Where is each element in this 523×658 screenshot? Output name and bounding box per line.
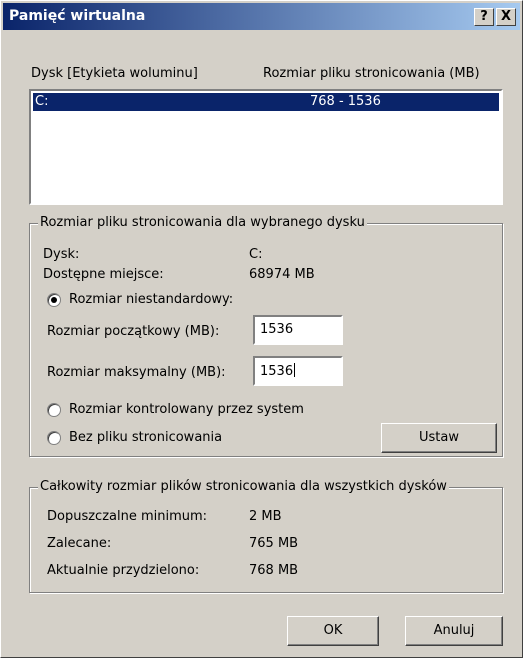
initial-size-value: 1536 — [260, 322, 294, 337]
drive-column-header: Dysk [Etykieta woluminu] — [31, 66, 198, 81]
custom-size-radio[interactable] — [47, 293, 61, 307]
drive-list[interactable]: C: 768 - 1536 — [29, 89, 503, 205]
set-button[interactable]: Ustaw — [381, 423, 497, 453]
selected-drive-group-legend: Rozmiar pliku stronicowania dla wybraneg… — [38, 215, 367, 230]
drive-value: C: — [249, 247, 263, 262]
system-managed-label[interactable]: Rozmiar kontrolowany przez system — [69, 402, 304, 417]
drive-row-c[interactable]: C: 768 - 1536 — [33, 93, 499, 111]
available-space-value: 68974 MB — [249, 267, 315, 282]
cancel-button[interactable]: Anuluj — [405, 616, 503, 646]
dialog-title: Pamięć wirtualna — [9, 8, 146, 24]
custom-size-label[interactable]: Rozmiar niestandardowy: — [69, 292, 233, 307]
recommended-value: 765 MB — [249, 536, 299, 551]
initial-size-label: Rozmiar początkowy (MB): — [47, 324, 220, 339]
virtual-memory-dialog: Pamięć wirtualna ? X Dysk [Etykieta wolu… — [0, 0, 523, 658]
drive-paging-size: 768 - 1536 — [310, 94, 381, 109]
size-column-header: Rozmiar pliku stronicowania (MB) — [263, 66, 480, 81]
total-paging-group-legend: Całkowity rozmiar plików stronicowania d… — [38, 479, 449, 494]
close-button[interactable]: X — [496, 8, 516, 26]
ok-button[interactable]: OK — [287, 616, 379, 646]
minimum-label: Dopuszczalne minimum: — [47, 509, 208, 524]
drive-label: Dysk: — [43, 247, 80, 262]
allocated-value: 768 MB — [249, 563, 299, 578]
close-icon: X — [500, 9, 512, 24]
help-button[interactable]: ? — [474, 8, 494, 26]
minimum-value: 2 MB — [249, 509, 282, 524]
no-paging-file-radio[interactable] — [47, 431, 61, 445]
no-paging-file-label[interactable]: Bez pliku stronicowania — [69, 430, 222, 445]
available-space-label: Dostępne miejsce: — [43, 267, 164, 282]
max-size-label: Rozmiar maksymalny (MB): — [47, 365, 226, 380]
allocated-label: Aktualnie przydzielono: — [47, 563, 200, 578]
system-managed-radio[interactable] — [47, 403, 61, 417]
initial-size-input[interactable]: 1536 — [253, 315, 343, 345]
title-bar[interactable]: Pamięć wirtualna ? X — [3, 3, 520, 30]
recommended-label: Zalecane: — [47, 536, 112, 551]
text-caret — [294, 363, 296, 377]
max-size-value: 1536 — [260, 364, 294, 379]
max-size-input[interactable]: 1536 — [253, 356, 343, 386]
help-icon: ? — [480, 9, 488, 24]
drive-letter: C: — [35, 94, 49, 109]
